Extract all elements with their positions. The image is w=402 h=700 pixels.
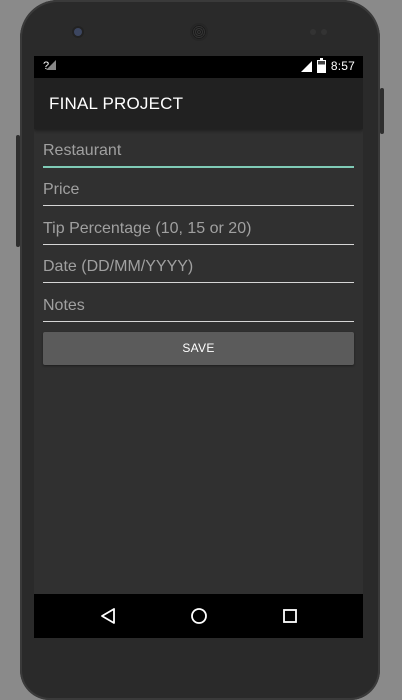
back-button[interactable] [62, 594, 153, 638]
light-sensor [321, 29, 327, 35]
status-bar: ? 8:57 [34, 56, 363, 78]
expense-form: SAVE [34, 129, 363, 365]
volume-button [16, 135, 20, 247]
save-button[interactable]: SAVE [43, 331, 354, 365]
app-title: FINAL PROJECT [49, 93, 184, 113]
app-bar: FINAL PROJECT [34, 78, 363, 129]
notes-field[interactable] [43, 283, 354, 322]
price-field[interactable] [43, 168, 354, 206]
proximity-sensor [310, 29, 316, 35]
notes-input[interactable] [43, 296, 354, 315]
home-icon [190, 608, 207, 624]
recents-button[interactable] [244, 594, 335, 638]
weak-signal-icon [46, 60, 57, 70]
back-icon [100, 608, 115, 624]
front-camera [74, 28, 82, 36]
date-input[interactable] [43, 258, 354, 276]
tip-percentage-field[interactable] [43, 206, 354, 245]
phone-frame: ? 8:57 FINAL PROJECT Restaurant Price Ti… [16, 0, 384, 700]
no-sim-indicator: ? [43, 59, 59, 72]
status-icons: 8:57 [300, 57, 355, 73]
price-input[interactable] [43, 181, 354, 199]
restaurant-input[interactable] [43, 141, 354, 160]
recents-icon [282, 609, 297, 623]
status-time: 8:57 [330, 59, 355, 73]
tip-percentage-input[interactable] [43, 219, 354, 238]
date-field[interactable] [43, 245, 354, 283]
battery-charging-icon [316, 57, 326, 73]
navigation-bar [34, 594, 363, 638]
screen: ? 8:57 FINAL PROJECT Restaurant Price Ti… [34, 56, 363, 638]
home-button[interactable] [153, 594, 244, 638]
power-button [380, 88, 384, 134]
earpiece-speaker [192, 25, 206, 39]
signal-icon [300, 60, 312, 72]
restaurant-field[interactable] [43, 129, 354, 168]
